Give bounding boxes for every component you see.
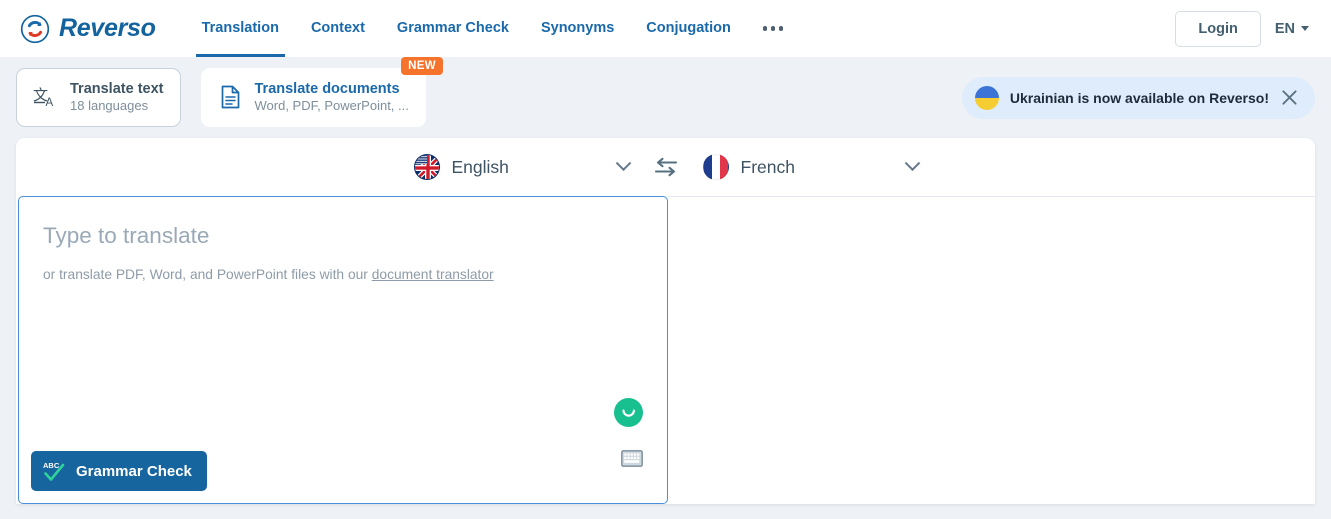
hint-prefix: or translate PDF, Word, and PowerPoint f… xyxy=(43,267,372,282)
new-badge: NEW xyxy=(401,56,443,75)
grammar-check-label: Grammar Check xyxy=(76,462,192,480)
main-navigation: Translation Context Grammar Check Synony… xyxy=(186,0,800,57)
abc-check-icon: ABC xyxy=(43,461,65,481)
chevron-down-icon xyxy=(615,154,631,171)
tab-translate-text-labels: Translate text 18 languages xyxy=(70,80,164,115)
nav-item-conjugation[interactable]: Conjugation xyxy=(630,0,747,57)
tab-translate-text[interactable]: 文 A Translate text 18 languages xyxy=(16,67,181,128)
keyboard-icon[interactable] xyxy=(621,450,643,467)
target-language-label: French xyxy=(740,156,795,177)
mode-toolbar: 文 A Translate text 18 languages Translat… xyxy=(0,56,1331,138)
svg-text:ABC: ABC xyxy=(43,461,60,470)
nav-item-context[interactable]: Context xyxy=(295,0,381,57)
source-language-label: English xyxy=(451,156,509,177)
source-text-pane[interactable]: Type to translate or translate PDF, Word… xyxy=(18,196,668,504)
ellipsis-icon[interactable] xyxy=(747,0,800,57)
reverso-cycle-logo-icon xyxy=(20,14,50,43)
announcement-text: Ukrainian is now available on Reverso! xyxy=(1009,89,1269,106)
document-translator-hint: or translate PDF, Word, and PowerPoint f… xyxy=(43,267,494,282)
ukraine-flag-icon xyxy=(974,85,999,110)
nav-item-synonyms[interactable]: Synonyms xyxy=(525,0,630,57)
target-language-selector[interactable]: French xyxy=(702,154,920,180)
tab-translate-documents-labels: Translate documents Word, PDF, PowerPoin… xyxy=(255,80,409,115)
interface-language-selector[interactable]: EN xyxy=(1275,21,1313,37)
tab-translate-documents[interactable]: Translate documents Word, PDF, PowerPoin… xyxy=(200,56,443,128)
french-flag-icon xyxy=(702,154,729,180)
target-text-pane[interactable] xyxy=(668,196,1315,504)
nav-item-translation[interactable]: Translation xyxy=(186,0,295,57)
source-language-selector[interactable]: English xyxy=(413,154,631,180)
close-icon[interactable] xyxy=(1280,88,1299,107)
login-button[interactable]: Login xyxy=(1175,10,1261,47)
translate-icon: 文 A xyxy=(33,86,54,109)
header-actions: Login EN xyxy=(1175,10,1313,47)
tab-translate-text-title: Translate text xyxy=(70,80,164,97)
swap-languages-icon[interactable] xyxy=(653,156,679,178)
document-translator-link[interactable]: document translator xyxy=(372,267,494,282)
interface-language-label: EN xyxy=(1274,20,1295,37)
tab-translate-text-subtitle: 18 languages xyxy=(70,98,149,114)
tab-translate-documents-subtitle: Word, PDF, PowerPoint, ... xyxy=(254,98,409,114)
source-text-placeholder: Type to translate xyxy=(43,223,210,248)
microphone-icon[interactable] xyxy=(614,398,643,427)
chevron-down-icon xyxy=(1301,26,1309,31)
language-bar: English French xyxy=(16,138,1315,196)
brand-name: Reverso xyxy=(59,14,156,42)
tab-translate-documents-title: Translate documents xyxy=(254,80,400,97)
grammar-check-button[interactable]: ABC Grammar Check xyxy=(31,451,207,491)
svg-text:A: A xyxy=(46,97,54,109)
site-header: Reverso Translation Context Grammar Chec… xyxy=(0,0,1331,57)
english-flag-icon xyxy=(413,154,440,180)
brand-logo[interactable]: Reverso xyxy=(20,14,156,44)
chevron-down-icon xyxy=(904,154,920,171)
translation-panes: Type to translate or translate PDF, Word… xyxy=(16,196,1315,504)
document-icon xyxy=(221,86,239,109)
translator-card: English French Type to translate or tran… xyxy=(16,138,1315,504)
announcement-banner: Ukrainian is now available on Reverso! xyxy=(961,76,1315,119)
nav-item-grammar-check[interactable]: Grammar Check xyxy=(381,0,525,57)
